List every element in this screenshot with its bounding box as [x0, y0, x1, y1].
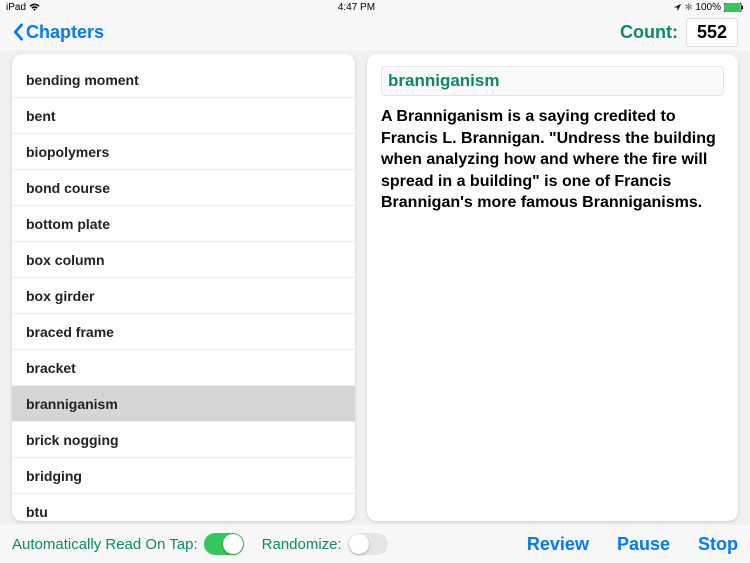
- stop-button[interactable]: Stop: [698, 534, 738, 555]
- list-item[interactable]: bottom plate: [12, 206, 355, 242]
- list-item[interactable]: bent: [12, 98, 355, 134]
- location-icon: [673, 3, 682, 12]
- count-group: Count: 552: [620, 18, 738, 47]
- list-item[interactable]: bond course: [12, 170, 355, 206]
- randomize-switch[interactable]: [348, 533, 388, 555]
- device-label: iPad: [6, 2, 26, 13]
- bluetooth-icon: ✻: [685, 2, 693, 13]
- battery-icon: [724, 3, 744, 12]
- list-item[interactable]: bridging: [12, 458, 355, 494]
- nav-bar: Chapters Count: 552: [0, 14, 750, 50]
- list-item[interactable]: branniganism: [12, 386, 355, 422]
- action-buttons: Review Pause Stop: [527, 534, 738, 555]
- content-area: bending momentbentbiopolymersbond course…: [0, 50, 750, 525]
- status-left: iPad: [6, 2, 40, 13]
- bottom-bar: Automatically Read On Tap: Randomize: Re…: [0, 525, 750, 563]
- term-list[interactable]: bending momentbentbiopolymersbond course…: [12, 54, 355, 521]
- list-item[interactable]: bracket: [12, 350, 355, 386]
- back-label: Chapters: [26, 22, 104, 43]
- back-button[interactable]: Chapters: [12, 22, 104, 43]
- chevron-left-icon: [12, 23, 24, 41]
- auto-read-group: Automatically Read On Tap:: [12, 533, 244, 555]
- list-item[interactable]: biopolymers: [12, 134, 355, 170]
- auto-read-switch[interactable]: [204, 533, 244, 555]
- term-list-panel: bending momentbentbiopolymersbond course…: [12, 54, 355, 521]
- list-item[interactable]: box girder: [12, 278, 355, 314]
- list-item[interactable]: braced frame: [12, 314, 355, 350]
- randomize-group: Randomize:: [262, 533, 388, 555]
- status-bar: iPad 4:47 PM ✻ 100%: [0, 0, 750, 14]
- randomize-label: Randomize:: [262, 536, 342, 553]
- count-value: 552: [686, 18, 738, 47]
- term-title: branniganism: [381, 66, 724, 96]
- status-right: ✻ 100%: [673, 2, 744, 13]
- battery-percent: 100%: [695, 2, 721, 13]
- count-label: Count:: [620, 22, 678, 43]
- definition-text: A Branniganism is a saying credited to F…: [381, 106, 724, 214]
- list-item[interactable]: btu: [12, 494, 355, 521]
- definition-panel: branniganism A Branniganism is a saying …: [367, 54, 738, 521]
- review-button[interactable]: Review: [527, 534, 589, 555]
- status-time: 4:47 PM: [338, 2, 375, 13]
- list-item[interactable]: brick nogging: [12, 422, 355, 458]
- list-item[interactable]: box column: [12, 242, 355, 278]
- pause-button[interactable]: Pause: [617, 534, 670, 555]
- wifi-icon: [29, 3, 40, 12]
- auto-read-label: Automatically Read On Tap:: [12, 536, 198, 553]
- list-item[interactable]: bending moment: [12, 62, 355, 98]
